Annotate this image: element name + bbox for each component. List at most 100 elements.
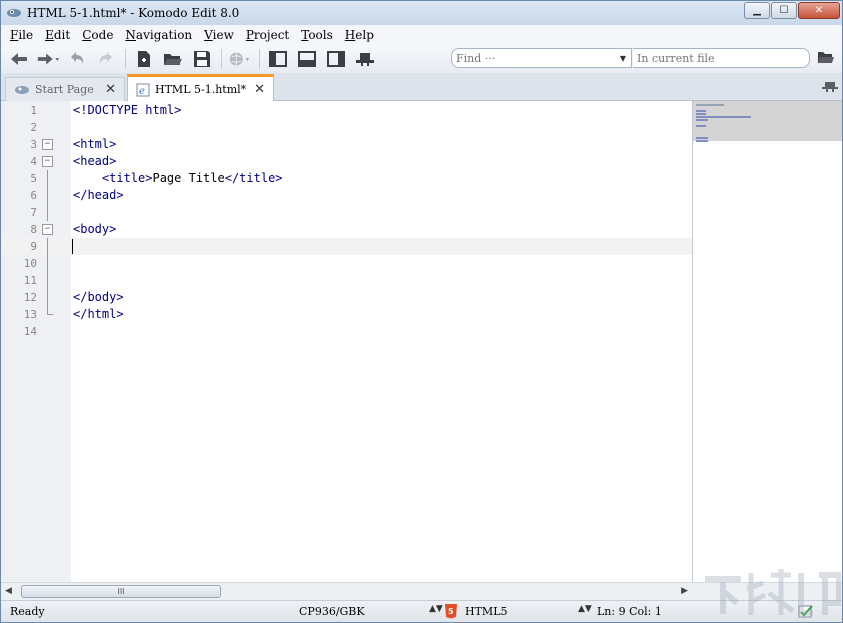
encoding-spinner-icon[interactable]: ▲▼ — [429, 604, 443, 614]
cursor-position: Ln: 9 Col: 1 — [597, 605, 662, 618]
line-number: 12 — [23, 291, 37, 304]
fold-toggle-icon[interactable]: − — [42, 156, 53, 167]
fold-guide — [47, 255, 48, 272]
title-bar[interactable]: HTML 5-1.html* - Komodo Edit 8.0 ▁ ☐ ✕ — [1, 1, 842, 25]
maximize-button[interactable]: ☐ — [771, 2, 797, 19]
line-number: 9 — [30, 240, 37, 253]
menu-help[interactable]: Help — [340, 28, 379, 42]
scroll-right-icon[interactable]: ▶ — [681, 586, 688, 596]
bottom-pane-icon[interactable] — [295, 48, 319, 70]
minimap-line — [696, 119, 708, 121]
code-line[interactable]: 2 — [1, 119, 692, 136]
menu-edit[interactable]: Edit — [40, 28, 75, 42]
code-line[interactable]: 14 — [1, 323, 692, 340]
code-line[interactable]: 8− <body> — [1, 221, 692, 238]
minimap-line — [696, 116, 751, 118]
line-number: 8 — [30, 223, 37, 236]
menu-project[interactable]: Project — [241, 28, 294, 42]
find-dropdown-arrow-icon[interactable]: ▼ — [620, 54, 626, 63]
line-number: 10 — [23, 257, 37, 270]
find-input[interactable] — [456, 51, 606, 65]
left-pane-icon[interactable] — [266, 48, 290, 70]
code-text: </body> — [73, 290, 124, 304]
menu-navigation[interactable]: Navigation — [120, 28, 197, 42]
text-caret — [72, 239, 73, 254]
scrollbar-thumb[interactable]: III — [21, 585, 221, 598]
line-number: 4 — [30, 155, 37, 168]
code-line[interactable]: 11 — [1, 272, 692, 289]
close-tab-icon[interactable]: ✕ — [254, 82, 265, 97]
find-field[interactable]: ▼ — [451, 48, 632, 68]
language-spinner-icon[interactable]: ▲▼ — [578, 604, 592, 614]
code-line[interactable]: 5 <title>Page Title</title> — [1, 170, 692, 187]
code-line[interactable]: 7 — [1, 204, 692, 221]
line-number: 5 — [30, 172, 37, 185]
tab-html-file[interactable]: e HTML 5-1.html* ✕ — [127, 74, 274, 102]
tab-label: Start Page — [35, 83, 94, 96]
minimize-button[interactable]: ▁ — [744, 2, 770, 19]
html5-icon: 5 — [444, 603, 458, 622]
code-minimap[interactable] — [692, 101, 842, 582]
code-text: <title>Page Title</title> — [73, 171, 283, 185]
search-scope-field[interactable] — [633, 48, 810, 68]
toolbar-separator — [125, 49, 126, 69]
toolbar-separator — [221, 49, 222, 69]
tab-list-icon[interactable] — [822, 81, 838, 96]
fold-guide — [47, 170, 48, 187]
code-line[interactable]: 4− <head> — [1, 153, 692, 170]
minimap-line — [696, 125, 706, 127]
right-pane-icon[interactable] — [324, 48, 348, 70]
new-file-icon[interactable] — [132, 48, 156, 70]
minimap-viewport[interactable] — [693, 101, 842, 141]
open-folder-icon[interactable] — [161, 48, 185, 70]
app-window: HTML 5-1.html* - Komodo Edit 8.0 ▁ ☐ ✕ F… — [0, 0, 843, 623]
code-line[interactable]: 13 </html> — [1, 306, 692, 323]
line-number: 6 — [30, 189, 37, 202]
status-text: Ready — [10, 605, 45, 618]
menu-file[interactable]: File — [5, 28, 38, 42]
menu-code[interactable]: Code — [77, 28, 118, 42]
code-line[interactable]: 9 — [1, 238, 692, 255]
hat-icon[interactable] — [353, 48, 377, 70]
menu-tools[interactable]: Tools — [296, 28, 338, 42]
code-lines[interactable]: 1 <!DOCTYPE html> 2 3− <html> 4− <head> 5 <titl… — [1, 102, 692, 340]
back-arrow-icon[interactable] — [7, 48, 31, 70]
line-number: 14 — [23, 325, 37, 338]
menu-view[interactable]: View — [199, 28, 239, 42]
horizontal-scrollbar[interactable]: ◀ III ▶ — [1, 582, 692, 600]
code-line[interactable]: 6 </head> — [1, 187, 692, 204]
close-tab-icon[interactable]: ✕ — [105, 82, 116, 97]
find-in-files-folder-icon[interactable] — [817, 50, 835, 68]
code-line[interactable]: 12 </body> — [1, 289, 692, 306]
language-selector[interactable]: HTML5 — [465, 605, 508, 618]
komodo-app-icon — [6, 7, 22, 19]
browser-preview-icon[interactable] — [228, 48, 252, 70]
line-number: 13 — [23, 308, 37, 321]
minimap-line — [696, 140, 708, 142]
minimap-line — [696, 137, 708, 139]
close-button[interactable]: ✕ — [798, 2, 840, 19]
scope-input[interactable] — [637, 51, 787, 65]
fold-guide — [47, 238, 48, 255]
encoding-selector[interactable]: CP936/GBK — [299, 605, 365, 618]
code-line[interactable]: 3− <html> — [1, 136, 692, 153]
code-editor[interactable]: 1 <!DOCTYPE html> 2 3− <html> 4− <head> 5 <titl… — [1, 101, 692, 582]
tab-start-page[interactable]: Start Page ✕ — [5, 77, 125, 101]
undo-icon[interactable] — [65, 48, 89, 70]
save-icon[interactable] — [190, 48, 214, 70]
tab-label: HTML 5-1.html* — [155, 83, 247, 96]
code-line[interactable]: 1 <!DOCTYPE html> — [1, 102, 692, 119]
svg-text:e: e — [139, 86, 145, 97]
watermark-logo — [701, 559, 842, 619]
fold-guide — [47, 289, 48, 306]
code-text: <html> — [73, 137, 117, 151]
forward-arrow-icon[interactable] — [36, 48, 60, 70]
main-toolbar: ▼ — [1, 45, 842, 73]
line-number: 2 — [30, 121, 37, 134]
fold-toggle-icon[interactable]: − — [42, 224, 53, 235]
redo-icon[interactable] — [94, 48, 118, 70]
minimap-line — [696, 113, 706, 115]
scroll-left-icon[interactable]: ◀ — [5, 586, 12, 596]
code-line[interactable]: 10 — [1, 255, 692, 272]
fold-toggle-icon[interactable]: − — [42, 139, 53, 150]
